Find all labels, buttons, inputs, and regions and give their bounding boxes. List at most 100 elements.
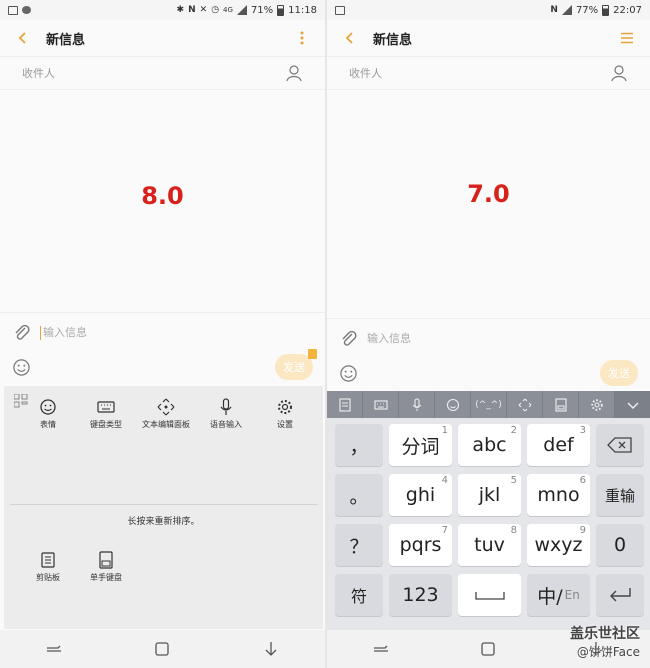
key-number: 6 (579, 475, 586, 486)
toolbar-keyboard-type[interactable]: 键盘类型 (78, 398, 134, 430)
status-bar: ✱ N ✕ ◷ 4G 71% 11:18 (0, 0, 325, 20)
send-button[interactable]: 发送 (275, 349, 317, 380)
right-screen: N 77% 22:07 新信息 收件人 7.0 输入信息 发送 (^_^) ， … (327, 0, 650, 668)
key-label: 符 (350, 587, 367, 606)
gallery-icon (8, 5, 18, 15)
toolbar-one-hand[interactable] (543, 391, 579, 418)
toolbar-emoji[interactable] (435, 391, 471, 418)
menu-icon[interactable] (616, 27, 638, 49)
key-comma[interactable]: ， (335, 424, 383, 466)
key-number: 3 (579, 425, 586, 436)
key-symbol[interactable]: 符 (335, 574, 383, 616)
toolbar-voice-input[interactable]: 语音输入 (198, 398, 254, 430)
recipient-field[interactable]: 收件人 (0, 56, 325, 90)
key-123[interactable]: 123 (389, 574, 452, 616)
message-input[interactable]: 输入信息 (40, 324, 87, 340)
page-title: 新信息 (373, 32, 413, 48)
keyboard: ， 分词 1 abc 2 def 3 。 ghi 4 jkl 5 mno 6 重输 ？ pq… (327, 418, 650, 630)
toolbar-settings[interactable]: 设置 (257, 398, 313, 430)
back-icon[interactable] (12, 27, 34, 49)
toolbar-keyboard[interactable] (363, 391, 399, 418)
key-label: ？ (349, 535, 369, 558)
toolbar-clipboard[interactable]: 剪贴板 (20, 551, 76, 583)
key-reinput[interactable]: 重输 (596, 474, 644, 516)
contacts-icon[interactable] (285, 64, 303, 82)
toolbar-settings[interactable] (579, 391, 615, 418)
reorder-hint: 长按来重新排序。 (127, 517, 200, 527)
attachment-icon[interactable] (339, 328, 359, 348)
key-def[interactable]: def 3 (527, 424, 590, 466)
key-pqrs[interactable]: pqrs 7 (389, 524, 452, 566)
key-label: wxyz (534, 534, 583, 556)
app-bar: 新信息 (327, 20, 650, 56)
emoji-icon[interactable] (339, 364, 358, 383)
bluetooth-icon: ✱ (176, 5, 185, 15)
key-ghi[interactable]: ghi 4 (389, 474, 452, 516)
toolbar-label: 文本编辑面板 (142, 420, 190, 429)
toolbar-one-hand[interactable]: 单手键盘 (78, 551, 134, 583)
key-backspace[interactable] (596, 424, 644, 466)
key-language[interactable]: 中/En (527, 574, 590, 616)
key-tuv[interactable]: tuv 8 (458, 524, 521, 566)
contacts-icon[interactable] (610, 64, 628, 82)
recent-apps-icon[interactable] (372, 640, 390, 658)
enter-icon (610, 588, 631, 602)
more-options-icon[interactable] (291, 27, 313, 49)
toolbar-voice[interactable] (399, 391, 435, 418)
clock: 22:07 (613, 4, 642, 16)
emoticon-label: (^_^) (475, 399, 502, 410)
home-icon[interactable] (153, 640, 171, 658)
one-hand-keyboard-icon (99, 551, 113, 569)
key-fenci[interactable]: 分词 1 (389, 424, 452, 466)
nfc-icon: N (550, 5, 558, 15)
toolbar-emoticon[interactable]: (^_^) (471, 391, 507, 418)
message-body: 7.0 (327, 90, 650, 318)
key-enter[interactable] (596, 574, 644, 616)
key-number: 8 (510, 525, 517, 536)
key-label: 分词 (401, 435, 440, 458)
toolbar-clipboard[interactable] (327, 391, 363, 418)
watermark-line2: @饼饼Face (576, 645, 640, 659)
key-jkl[interactable]: jkl 5 (458, 474, 521, 516)
key-label: 中/ (537, 585, 563, 608)
left-screen: ✱ N ✕ ◷ 4G 71% 11:18 新信息 收件人 8.0 输入信息 发送… (0, 0, 325, 668)
back-icon[interactable] (339, 27, 361, 49)
key-space[interactable] (458, 574, 521, 616)
key-question[interactable]: ？ (335, 524, 383, 566)
key-mno[interactable]: mno 6 (527, 474, 590, 516)
key-wxyz[interactable]: wxyz 9 (527, 524, 590, 566)
chevron-down-icon (627, 402, 638, 409)
home-icon[interactable] (479, 640, 497, 658)
message-input[interactable]: 输入信息 (367, 330, 411, 346)
toolbar-emoji[interactable]: 表情 (20, 398, 76, 430)
toolbar-divider (10, 504, 317, 505)
emoji-icon[interactable] (12, 358, 31, 377)
key-label: ， (349, 435, 369, 458)
key-number: 1 (441, 425, 448, 436)
recipient-field[interactable]: 收件人 (327, 56, 650, 90)
key-label: jkl (478, 484, 501, 506)
emoji-icon (40, 399, 56, 415)
key-label: 0 (613, 534, 627, 556)
message-placeholder: 输入信息 (43, 325, 87, 339)
hide-keyboard-icon[interactable] (262, 640, 280, 658)
toolbar-label: 剪贴板 (36, 573, 60, 582)
toolbar-cursor[interactable] (507, 391, 543, 418)
recent-apps-icon[interactable] (45, 640, 63, 658)
toolbar-text-edit[interactable]: 文本编辑面板 (138, 398, 194, 430)
send-label: 发送 (283, 361, 305, 374)
key-label: tuv (474, 534, 505, 556)
attachment-icon[interactable] (12, 322, 32, 342)
move-cursor-icon (518, 398, 531, 411)
key-abc[interactable]: abc 2 (458, 424, 521, 466)
key-period[interactable]: 。 (335, 474, 383, 516)
keyboard-icon (97, 401, 115, 413)
space-icon (474, 592, 505, 600)
version-label: 8.0 (141, 182, 184, 210)
gear-icon (278, 400, 292, 414)
toolbar-collapse[interactable] (615, 391, 650, 418)
send-button[interactable]: 发送 (600, 360, 638, 386)
move-cursor-icon (157, 398, 175, 416)
key-zero[interactable]: 0 (596, 524, 644, 566)
key-label: 123 (402, 584, 439, 606)
